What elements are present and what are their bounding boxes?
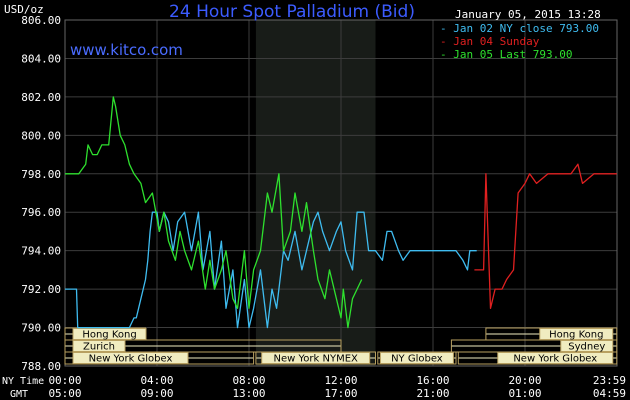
timestamp: January 05, 2015 13:28 bbox=[455, 8, 601, 21]
market-band-label: Hong Kong bbox=[549, 330, 603, 341]
x-tick-label-gmt: 01:00 bbox=[508, 387, 541, 400]
x-tick-label-ny: 20:00 bbox=[508, 374, 541, 387]
legend-entry-jan02: - Jan 02 NY close 793.00 bbox=[440, 22, 599, 35]
x-tick-label-ny: 23:59 bbox=[593, 374, 626, 387]
y-tick-label: 794.00 bbox=[21, 245, 61, 258]
x-tick-label-ny: 00:00 bbox=[48, 374, 81, 387]
market-band-label: Hong Kong bbox=[82, 330, 136, 341]
y-tick-label: 800.00 bbox=[21, 129, 61, 142]
y-tick-label: 790.00 bbox=[21, 322, 61, 335]
market-band-label: New York Globex bbox=[513, 354, 597, 365]
y-tick-label: 788.00 bbox=[21, 360, 61, 373]
y-tick-label: 804.00 bbox=[21, 52, 61, 65]
market-band-label: Sydney bbox=[568, 342, 605, 353]
x-tick-label-ny: 12:00 bbox=[324, 374, 357, 387]
x-tick-label-ny: 16:00 bbox=[416, 374, 449, 387]
y-tick-label: 802.00 bbox=[21, 91, 61, 104]
y-tick-label: 796.00 bbox=[21, 206, 61, 219]
market-band-label: New York Globex bbox=[89, 354, 173, 365]
site-label[interactable]: www.kitco.com bbox=[70, 41, 183, 59]
legend-entry-jan05: - Jan 05 Last 793.00 bbox=[440, 48, 572, 61]
x-tick-label-gmt: 05:00 bbox=[48, 387, 81, 400]
x-tick-label-ny: 08:00 bbox=[232, 374, 265, 387]
nymex-session-shade bbox=[255, 20, 376, 366]
market-band-label: New York NYMEX bbox=[274, 354, 359, 365]
x-tick-label-gmt: 09:00 bbox=[140, 387, 173, 400]
palladium-chart: 788.00 790.00 792.00 794.00 796.00 798.00 800.… bbox=[0, 0, 630, 400]
y-tick-label: 798.00 bbox=[21, 168, 61, 181]
y-unit-label: USD/oz bbox=[4, 3, 44, 16]
market-band-label: Zurich bbox=[83, 342, 115, 353]
legend-entry-jan04: - Jan 04 Sunday bbox=[440, 35, 540, 48]
y-tick-label: 792.00 bbox=[21, 283, 61, 296]
x-tick-label-gmt: 04:59 bbox=[593, 387, 626, 400]
x-tick-label-gmt: 21:00 bbox=[416, 387, 449, 400]
chart-title: 24 Hour Spot Palladium (Bid) bbox=[169, 2, 415, 22]
chart-root: 788.00 790.00 792.00 794.00 796.00 798.00 800.… bbox=[0, 0, 630, 400]
gmt-row-label: GMT bbox=[10, 389, 28, 400]
x-tick-label-gmt: 13:00 bbox=[232, 387, 265, 400]
x-tick-label-ny: 04:00 bbox=[140, 374, 173, 387]
ny-time-row-label: NY Time bbox=[2, 376, 44, 387]
x-tick-label-gmt: 17:00 bbox=[324, 387, 357, 400]
market-band-label: NY Globex bbox=[391, 354, 443, 365]
